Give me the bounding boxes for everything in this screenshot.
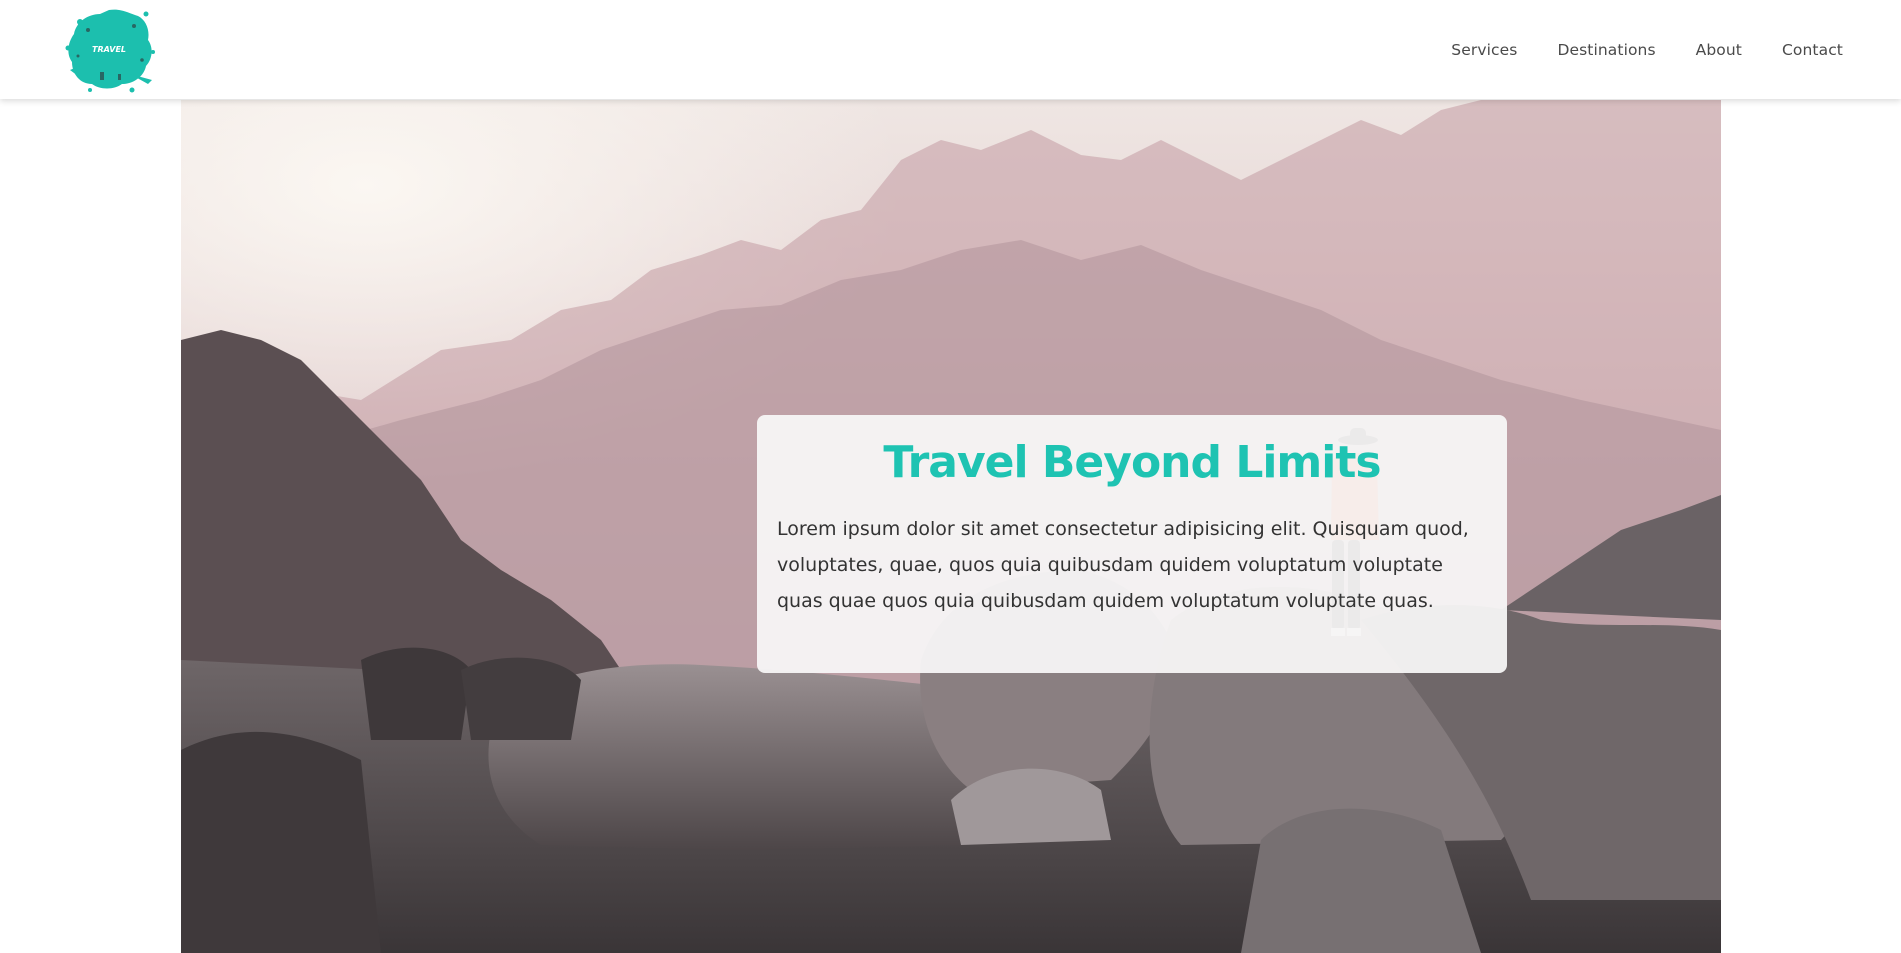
main-nav: Services Destinations About Contact — [1411, 0, 1843, 99]
nav-destinations[interactable]: Destinations — [1557, 41, 1655, 59]
nav-services[interactable]: Services — [1451, 41, 1517, 59]
nav-about[interactable]: About — [1696, 41, 1742, 59]
hero-section: Travel Beyond Limits Lorem ipsum dolor s… — [181, 100, 1721, 953]
logo-text: TRAVEL — [92, 45, 126, 54]
nav-contact[interactable]: Contact — [1782, 41, 1843, 59]
travel-logo[interactable]: TRAVEL — [60, 4, 158, 94]
hero-title: Travel Beyond Limits — [883, 437, 1381, 488]
hero-body-text: Lorem ipsum dolor sit amet consectetur a… — [777, 518, 1469, 612]
hero-card: Travel Beyond Limits Lorem ipsum dolor s… — [757, 415, 1507, 673]
site-header: TRAVEL Services Destinations About Conta… — [0, 0, 1901, 99]
